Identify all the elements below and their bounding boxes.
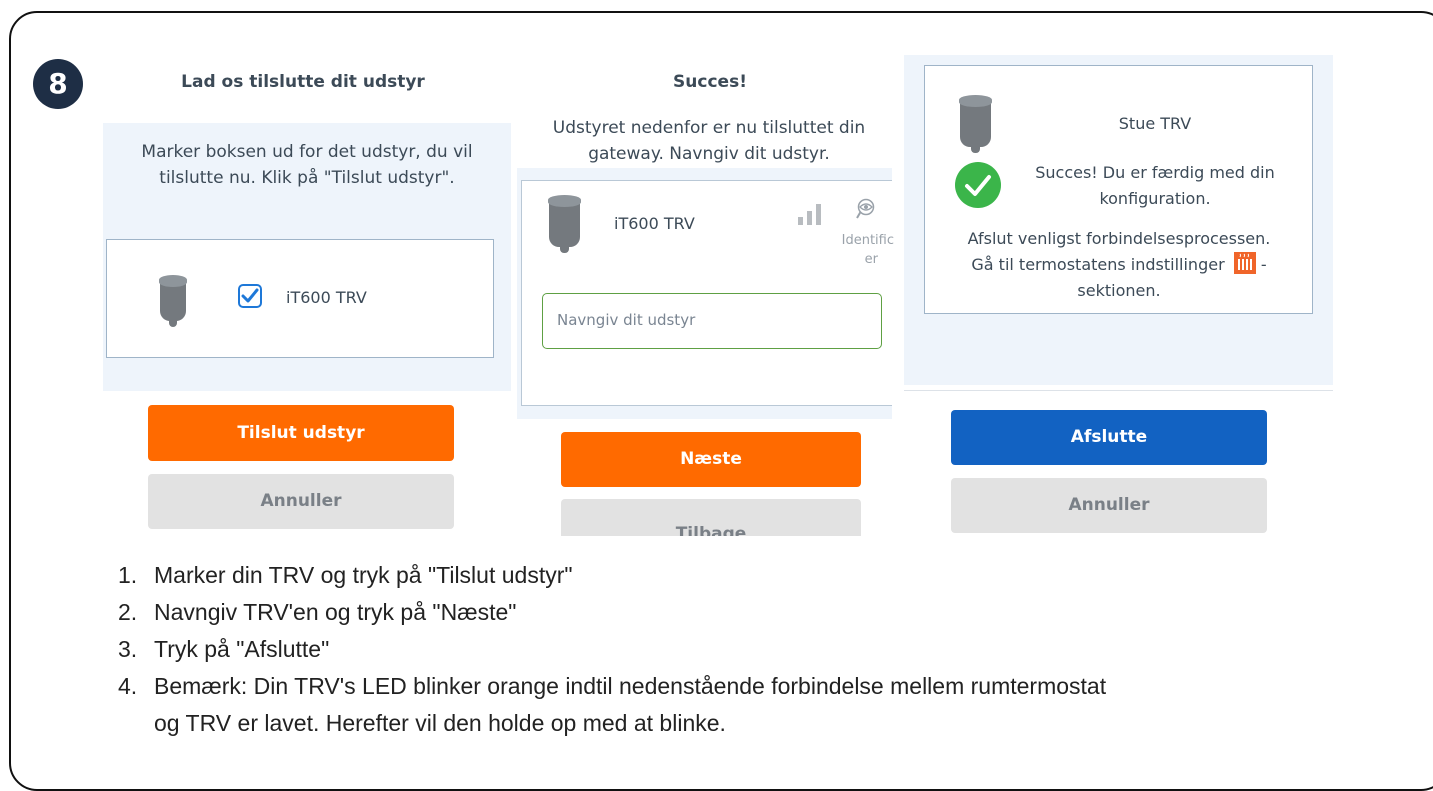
instruction-item: og TRV er lavet. Herefter vil den holde … [154,710,726,736]
device-name-label: iT600 TRV [286,288,367,307]
panel1-title: Lad os tilslutte dit udstyr [181,72,425,92]
instruction-item: 3. Tryk på "Afslutte" [118,636,330,662]
step-number-badge: 8 [33,59,83,109]
next-button[interactable]: Næste [561,432,861,487]
success-card: Stue TRV Succes! Du er færdig med din ko… [924,65,1313,314]
instruction-item: 1. Marker din TRV og tryk på "Tilslut uds… [118,562,573,588]
device-card: iT600 TRV [106,239,494,358]
instruction-item: 2. Navngiv TRV'en og tryk på "Næste" [118,599,517,625]
finish-button[interactable]: Afslutte [951,410,1267,465]
device-name-label: iT600 TRV [614,214,695,233]
success-check-icon [955,162,1001,208]
panel1-message: Marker boksen ud for det udstyr, du vil … [141,142,473,188]
device-name-label: Stue TRV [1118,114,1192,133]
trv-device-icon [159,275,187,327]
checkmark-icon [241,288,259,303]
cancel-button[interactable]: Annuller [951,478,1267,533]
instruction-item: 4. Bemærk: Din TRV's LED blinker orange i… [118,673,1107,699]
signal-strength-icon [798,203,828,225]
cancel-button[interactable]: Annuller [148,474,454,529]
panel2-message: Udstyret nedenfor er nu tilsluttet din g… [552,118,866,164]
success-message: Succes! Du er færdig med din konfigurati… [1035,163,1275,208]
trv-device-icon [548,195,581,253]
device-detail-card: iT600 TRV Identific er Navngiv dit udsty… [521,180,894,406]
finish-info-message: Afslut venligst forbindelsesprocessen. G… [967,229,1271,300]
panel2-title: Succes! [673,72,747,92]
identify-eye-icon[interactable] [854,198,878,222]
trv-device-icon [959,95,992,153]
identify-label[interactable]: Identific er [832,231,894,269]
connect-device-button[interactable]: Tilslut udstyr [148,405,454,461]
back-button[interactable]: Tilbage [561,499,861,536]
device-checkbox[interactable] [238,284,262,308]
panel2-screen: iT600 TRV Identific er Navngiv dit udsty… [517,168,894,419]
panel3-divider [904,390,1333,391]
instruction-list: 1. Marker din TRV og tryk på "Tilslut uds… [118,557,1106,742]
panel1-screen: Marker boksen ud for det udstyr, du vil … [103,123,511,391]
radiator-icon [1233,252,1256,274]
device-name-input[interactable]: Navngiv dit udstyr [542,293,882,349]
